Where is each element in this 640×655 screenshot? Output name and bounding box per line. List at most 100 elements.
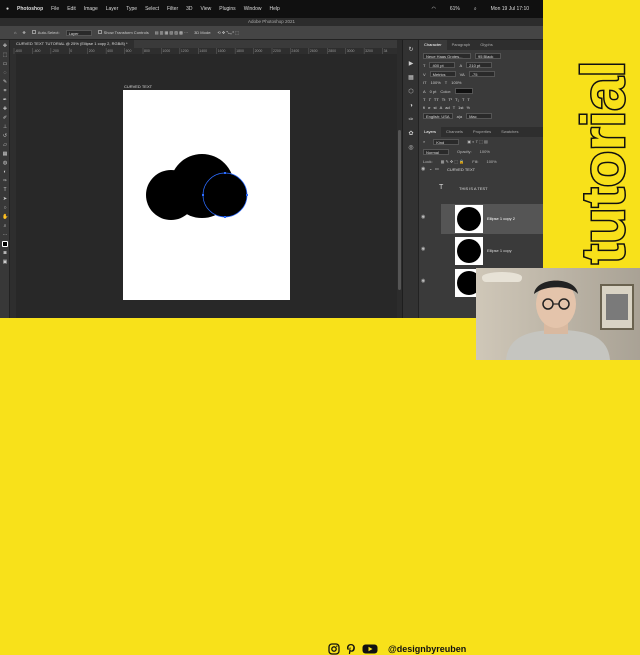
menu-layer[interactable]: Layer [106, 6, 119, 12]
lasso-icon[interactable]: ◌ [2, 70, 8, 76]
scroll-thumb[interactable] [398, 130, 401, 290]
actions-icon[interactable]: ▶ [407, 60, 415, 68]
group-chevron-icon[interactable]: ⌄ [429, 166, 432, 171]
learn-icon[interactable]: ✿ [407, 130, 415, 138]
3d-tools-icons[interactable]: ⟲ ✥ ⤡ ⤢ ⬚ [217, 30, 238, 35]
tab-properties[interactable]: Properties [468, 127, 496, 137]
menu-file[interactable]: File [51, 6, 59, 12]
quick-select-icon[interactable]: ✎ [2, 79, 8, 85]
menu-type[interactable]: Type [126, 6, 137, 12]
language-select[interactable]: English: USA [423, 113, 453, 119]
ellipse-icon[interactable]: ○ [2, 205, 8, 211]
menu-filter[interactable]: Filter [167, 6, 178, 12]
anchor-bottom[interactable] [224, 216, 226, 218]
eraser-icon[interactable]: ▱ [2, 142, 8, 148]
apple-icon[interactable]: ● [6, 6, 9, 12]
type-style-buttons[interactable]: T T TT Tt T¹ T₁ T T [423, 97, 539, 102]
tracking-field[interactable]: -75 [468, 71, 495, 77]
social-handle[interactable]: @designbyreuben [388, 644, 466, 654]
hand-icon[interactable]: ✋ [2, 214, 8, 220]
font-family-select[interactable]: Neue Haas Grotes... [423, 53, 471, 59]
crop-icon[interactable]: ⌗ [2, 88, 8, 94]
marquee-icon[interactable]: ▭ [2, 61, 8, 67]
menu-help[interactable]: Help [269, 6, 279, 12]
visibility-icon[interactable]: ◉ [421, 278, 425, 284]
kerning-field[interactable]: Metrics [429, 71, 456, 77]
color-swatch[interactable] [455, 88, 474, 94]
stamp-icon[interactable]: ⊥ [2, 124, 8, 130]
artboard-icon[interactable]: ⬚ [2, 52, 8, 58]
history-icon[interactable]: ↻ [407, 46, 415, 54]
tab-paragraph[interactable]: Paragraph [447, 40, 476, 50]
opacity-field[interactable]: 100% [480, 149, 490, 155]
tab-channels[interactable]: Channels [441, 127, 468, 137]
leading-field[interactable]: 210 pt [466, 62, 493, 68]
instagram-icon[interactable] [328, 643, 340, 655]
menu-app[interactable]: Photoshop [17, 6, 43, 12]
transform-checkbox[interactable] [97, 30, 102, 34]
more-tools-icon[interactable]: ··· [2, 232, 8, 238]
anchor-top[interactable] [224, 172, 226, 174]
move-tool-icon[interactable]: ✥ [22, 30, 25, 35]
anchor-right[interactable] [246, 194, 248, 196]
pinterest-icon[interactable] [345, 643, 357, 655]
dodge-icon[interactable]: ◐ [2, 169, 8, 175]
visibility-icon[interactable]: ◉ [421, 246, 425, 252]
move-icon[interactable]: ✥ [2, 43, 8, 49]
libraries-icon[interactable]: ▦ [407, 74, 415, 82]
blur-icon[interactable]: ◍ [2, 160, 8, 166]
artboard-label[interactable]: CURVED TEXT [124, 84, 152, 89]
opentype-buttons[interactable]: fi σ st Aad T 1st ½ [423, 105, 539, 110]
search-icon[interactable]: ⌕ [474, 6, 477, 12]
brush-icon[interactable]: ✐ [2, 115, 8, 121]
ellipse-selected[interactable] [202, 172, 248, 218]
hscale-field[interactable]: 100% [451, 80, 461, 85]
wifi-icon[interactable]: ◠ [431, 6, 435, 12]
adjustments-icon[interactable]: ◑ [407, 102, 415, 110]
visibility-icon[interactable]: ◉ [421, 214, 425, 220]
kind-filter[interactable]: Kind [433, 139, 460, 145]
font-style-select[interactable]: 95 Black [475, 53, 501, 59]
layer-row-text[interactable]: T THIS IS A TEST [419, 176, 543, 206]
tab-swatches[interactable]: Swatches [496, 127, 523, 137]
clock[interactable]: Mon 19 Jul 17:10 [491, 6, 529, 12]
menu-select[interactable]: Select [145, 6, 159, 12]
font-size-field[interactable]: 400 pt [429, 62, 456, 68]
paths-icon[interactable]: ✑ [407, 116, 415, 124]
type-icon[interactable]: T [2, 187, 8, 193]
menu-edit[interactable]: Edit [67, 6, 76, 12]
align-icons[interactable]: ▤ ▥ ▦ ▧ ▨ ▩ ··· [155, 30, 188, 35]
tab-glyphs[interactable]: Glyphs [475, 40, 497, 50]
tab-layers[interactable]: Layers [419, 127, 442, 137]
aa-select[interactable]: Mac [466, 113, 493, 119]
eyedropper-icon[interactable]: ✒ [2, 97, 8, 103]
history-brush-icon[interactable]: ↺ [2, 133, 8, 139]
artboard[interactable] [123, 90, 290, 300]
document-tab[interactable]: CURVED TEXT TUTORIAL @ 25% (Ellipse 1 co… [10, 40, 134, 48]
color-swatches[interactable] [2, 241, 8, 247]
youtube-icon[interactable] [362, 643, 378, 655]
vscale-field[interactable]: 100% [431, 80, 441, 85]
screen-mode-icon[interactable]: ▣ [2, 259, 8, 265]
gradient-icon[interactable]: ▦ [2, 151, 8, 157]
menu-window[interactable]: Window [244, 6, 262, 12]
layer-select-dropdown[interactable]: Layer [65, 29, 92, 36]
tab-character[interactable]: Character [419, 40, 447, 50]
blend-mode-select[interactable]: Normal [423, 149, 449, 155]
auto-select-checkbox[interactable] [31, 30, 36, 34]
filter-icons[interactable]: ▣ ◐ T ⬚ ▤ [467, 139, 488, 145]
layer-group[interactable]: ◉ ⌄ ▭ CURVED TEXT [419, 164, 543, 174]
search-icon[interactable]: ⌕ [423, 139, 425, 145]
layer-row-selected[interactable]: ◉ Ellipse 1 copy 2 [421, 204, 543, 234]
baseline-field[interactable]: 0 pt [430, 89, 437, 94]
path-select-icon[interactable]: ➤ [2, 196, 8, 202]
zoom-icon[interactable]: ⌕ [2, 223, 8, 229]
3d-icon[interactable]: ⬡ [407, 88, 415, 96]
healing-icon[interactable]: ✚ [2, 106, 8, 112]
anchor-left[interactable] [202, 194, 204, 196]
info-icon[interactable]: ◎ [407, 144, 415, 152]
menu-plugins[interactable]: Plugins [219, 6, 235, 12]
menu-view[interactable]: View [201, 6, 212, 12]
quick-mask-icon[interactable]: ◙ [2, 250, 8, 256]
layer-row-copy[interactable]: ◉ Ellipse 1 copy [421, 236, 543, 266]
